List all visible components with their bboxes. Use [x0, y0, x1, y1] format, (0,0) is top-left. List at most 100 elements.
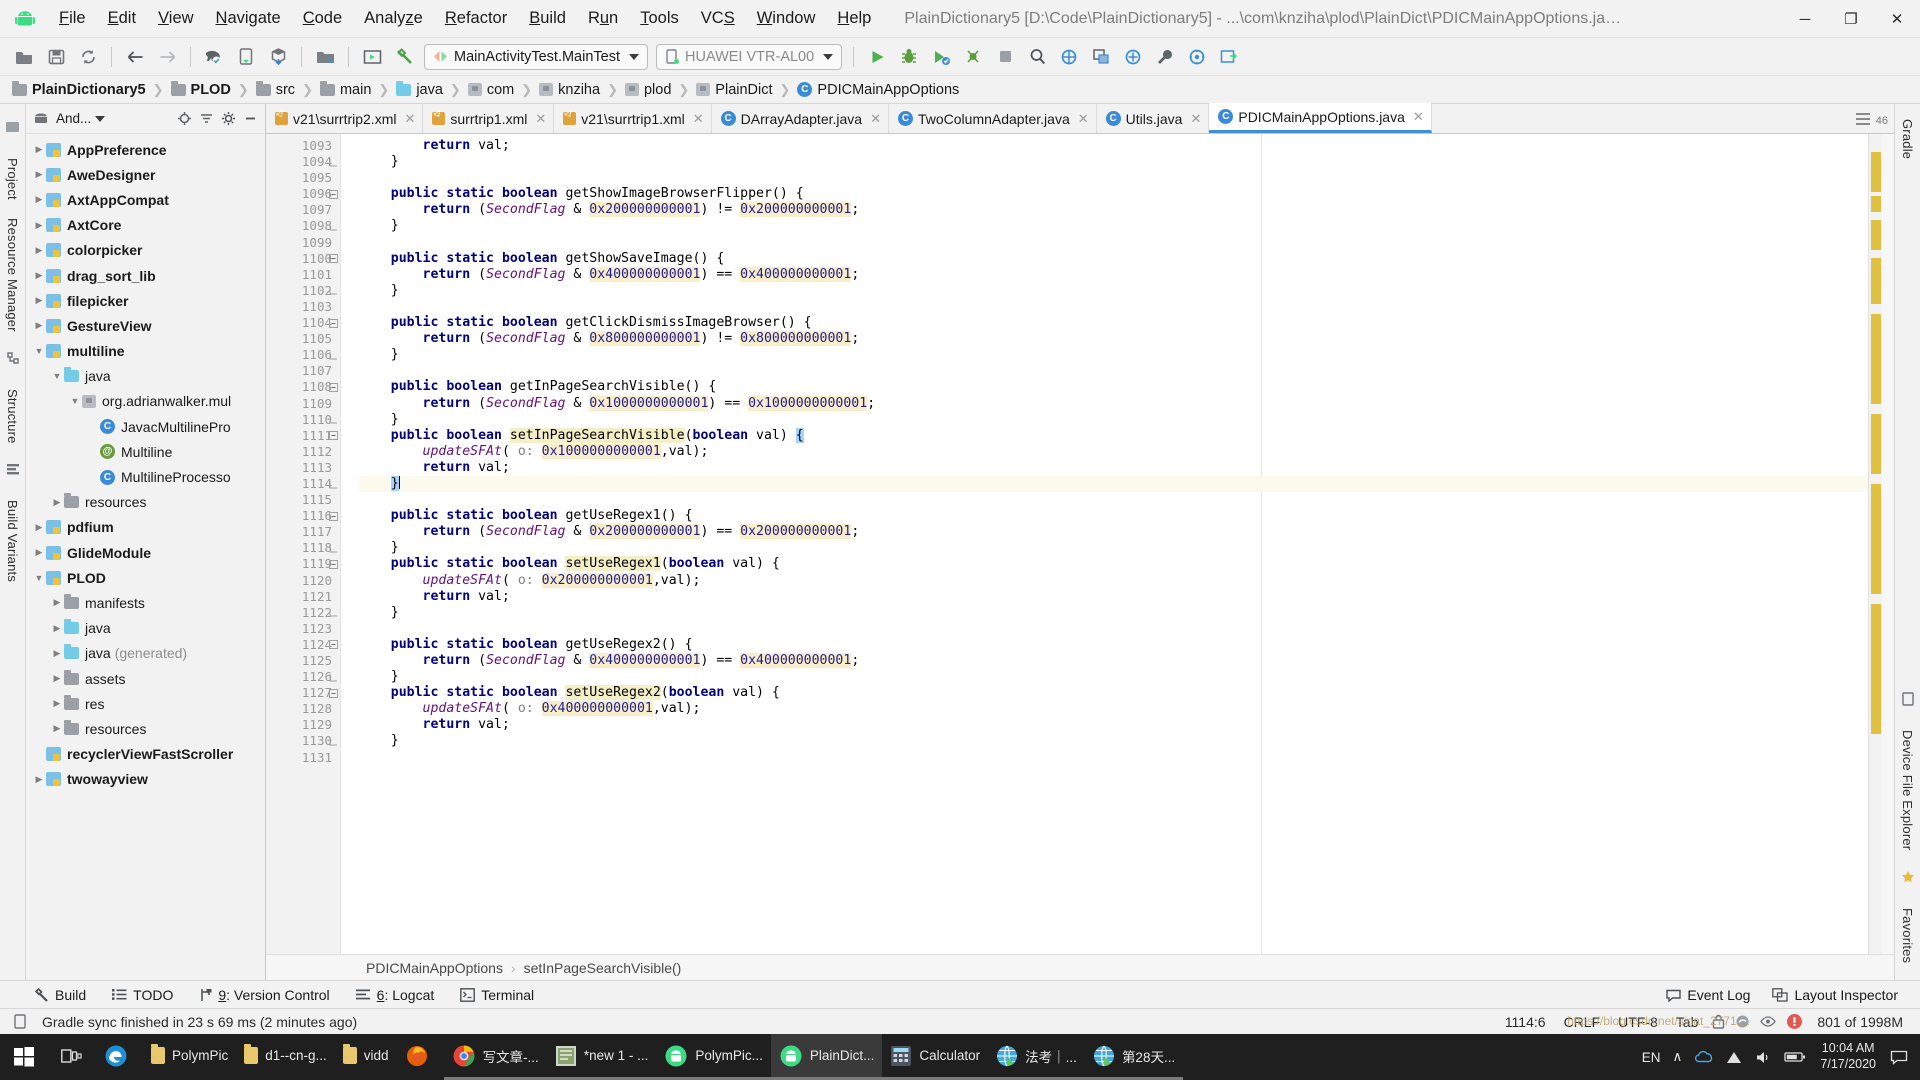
taskbar-item-firefox[interactable] [397, 1034, 444, 1080]
search-icon[interactable] [1023, 44, 1051, 70]
tree-expand-arrow[interactable]: ▶ [32, 295, 46, 306]
debug-icon[interactable] [895, 44, 923, 70]
tree-node[interactable]: ▶ AxtCore [26, 213, 265, 238]
device-selector[interactable]: HUAWEI VTR-AL00 [656, 43, 843, 70]
menu-file[interactable]: File [48, 6, 97, 31]
tree-expand-arrow[interactable]: ▶ [32, 169, 46, 180]
code-line[interactable]: return val; [359, 717, 1868, 733]
taskbar-item-chrome[interactable]: 写文章-... [443, 1034, 547, 1080]
editor-tab[interactable]: C TwoColumnAdapter.java ✕ [888, 104, 1097, 133]
tree-expand-arrow[interactable]: ▶ [50, 698, 64, 709]
code-line[interactable]: public static boolean getClickDismissIma… [359, 315, 1868, 331]
tree-node[interactable]: ▶ colorpicker [26, 238, 265, 263]
fold-toggle[interactable] [326, 347, 340, 363]
code-line[interactable]: return val; [359, 138, 1868, 154]
fold-toggle[interactable] [326, 685, 340, 701]
code-line[interactable] [359, 299, 1868, 315]
layout-inspector-icon[interactable] [1087, 44, 1115, 70]
gradle-elephant-icon[interactable] [200, 44, 228, 70]
marker[interactable] [1871, 414, 1881, 474]
tree-expand-arrow[interactable]: ▶ [32, 320, 46, 331]
tree-expand-arrow[interactable]: ▶ [50, 497, 64, 508]
rail-item-device-file-explorer[interactable]: Device File Explorer [1900, 721, 1915, 859]
close-icon[interactable]: ✕ [535, 111, 546, 127]
taskbar-item-vidd[interactable]: vidd [335, 1034, 397, 1080]
breadcrumb-item-pdicmainappoptions[interactable]: C PDICMainAppOptions [797, 82, 959, 98]
menu-navigate[interactable]: Navigate [205, 6, 292, 31]
build-hammer-icon[interactable] [390, 44, 418, 70]
tree-node[interactable]: ▶ pdfium [26, 515, 265, 540]
tree-node[interactable]: ▶ java (generated) [26, 641, 265, 666]
inspection-eye-icon[interactable] [1760, 1014, 1777, 1029]
tool-window-logcat[interactable]: 6: Logcat [355, 987, 434, 1003]
open-folder-icon[interactable] [10, 44, 38, 70]
tree-node[interactable]: ▶ AxtAppCompat [26, 187, 265, 212]
code-line[interactable]: } [359, 540, 1868, 556]
locate-icon[interactable] [173, 108, 195, 130]
tree-expand-arrow[interactable]: ▶ [32, 547, 46, 558]
sdk-manager-icon[interactable] [264, 44, 292, 70]
stop-icon[interactable] [991, 44, 1019, 70]
tree-expand-arrow[interactable]: ▶ [32, 220, 46, 231]
code-line[interactable]: return val; [359, 589, 1868, 605]
marker[interactable] [1871, 258, 1881, 304]
fold-toggle[interactable] [326, 669, 340, 685]
caret-position[interactable]: 1114:6 [1505, 1014, 1546, 1030]
tree-expand-arrow[interactable]: ▼ [50, 371, 64, 381]
code-line[interactable]: public static boolean getUseRegex1() { [359, 508, 1868, 524]
fold-toggle[interactable] [326, 251, 340, 267]
breadcrumb-item-main[interactable]: main ❯ [319, 80, 396, 98]
tree-node[interactable]: ▶ AweDesigner [26, 162, 265, 187]
tree-node[interactable]: ▼ multiline [26, 339, 265, 364]
code-line[interactable]: public static boolean getShowSaveImage()… [359, 251, 1868, 267]
code-line[interactable]: } [359, 218, 1868, 234]
code-line[interactable]: } [359, 669, 1868, 685]
rail-item-gradle[interactable]: Gradle [1900, 110, 1915, 168]
console-icon[interactable] [13, 1014, 27, 1029]
fold-toggle[interactable] [326, 379, 340, 395]
code-line[interactable]: } [359, 347, 1868, 363]
tree-node[interactable]: ▶ GestureView [26, 313, 265, 338]
maximize-button[interactable]: ❐ [1828, 0, 1874, 38]
tree-expand-arrow[interactable]: ▶ [50, 723, 64, 734]
battery-icon[interactable] [1784, 1050, 1806, 1064]
marker[interactable] [1871, 152, 1881, 192]
tool-window-todo[interactable]: TODO [112, 987, 173, 1003]
taskbar-item-plaindict-studio[interactable]: PlainDict... [770, 1034, 883, 1080]
menu-run[interactable]: Run [577, 6, 629, 31]
menu-analyze[interactable]: Analyze [353, 6, 434, 31]
code-line[interactable]: return (SecondFlag & 0x200000000001) == … [359, 524, 1868, 540]
tree-expand-arrow[interactable]: ▶ [32, 144, 46, 155]
marker[interactable] [1871, 196, 1881, 212]
hide-icon[interactable] [239, 108, 261, 130]
code-line[interactable]: return (SecondFlag & 0x1000000000001) ==… [359, 395, 1868, 412]
network-icon[interactable] [1726, 1050, 1743, 1065]
code-line[interactable]: updateSFAt( o: 0x200000000001,val); [359, 572, 1868, 589]
fold-toggle[interactable] [326, 637, 340, 653]
tree-node[interactable]: ▼ java [26, 364, 265, 389]
chevron-down-icon[interactable] [95, 115, 106, 122]
fold-toggle[interactable] [326, 476, 340, 492]
breadcrumb-item-java[interactable]: java ❯ [396, 80, 468, 98]
tree-node[interactable]: ▶ resources [26, 716, 265, 741]
apply-changes-icon[interactable] [1119, 44, 1147, 70]
code-line[interactable]: updateSFAt( o: 0x400000000001,val); [359, 701, 1868, 717]
menu-help[interactable]: Help [826, 6, 882, 31]
project-structure-icon[interactable] [311, 44, 339, 70]
fold-toggle[interactable] [326, 428, 340, 444]
tree-expand-arrow[interactable]: ▶ [32, 270, 46, 281]
tree-expand-arrow[interactable]: ▶ [32, 774, 46, 785]
menu-build[interactable]: Build [518, 6, 577, 31]
fold-toggle[interactable] [326, 508, 340, 524]
breadcrumb-item-com[interactable]: com ❯ [467, 82, 539, 98]
editor-tab[interactable]: C PDICMainAppOptions.java ✕ [1209, 103, 1432, 133]
marker[interactable] [1871, 314, 1881, 404]
fold-toggle[interactable] [326, 412, 340, 428]
breadcrumb-item-plaindictionary5[interactable]: PlainDictionary5 ❯ [12, 80, 171, 98]
tree-node[interactable]: ▶ twowayview [26, 767, 265, 792]
tree-node[interactable]: ▶ drag_sort_lib [26, 263, 265, 288]
task-view-icon[interactable] [48, 1034, 96, 1080]
save-all-icon[interactable] [42, 44, 70, 70]
tree-expand-arrow[interactable]: ▶ [32, 522, 46, 533]
tool-window-event-log[interactable]: Event Log [1666, 987, 1750, 1003]
